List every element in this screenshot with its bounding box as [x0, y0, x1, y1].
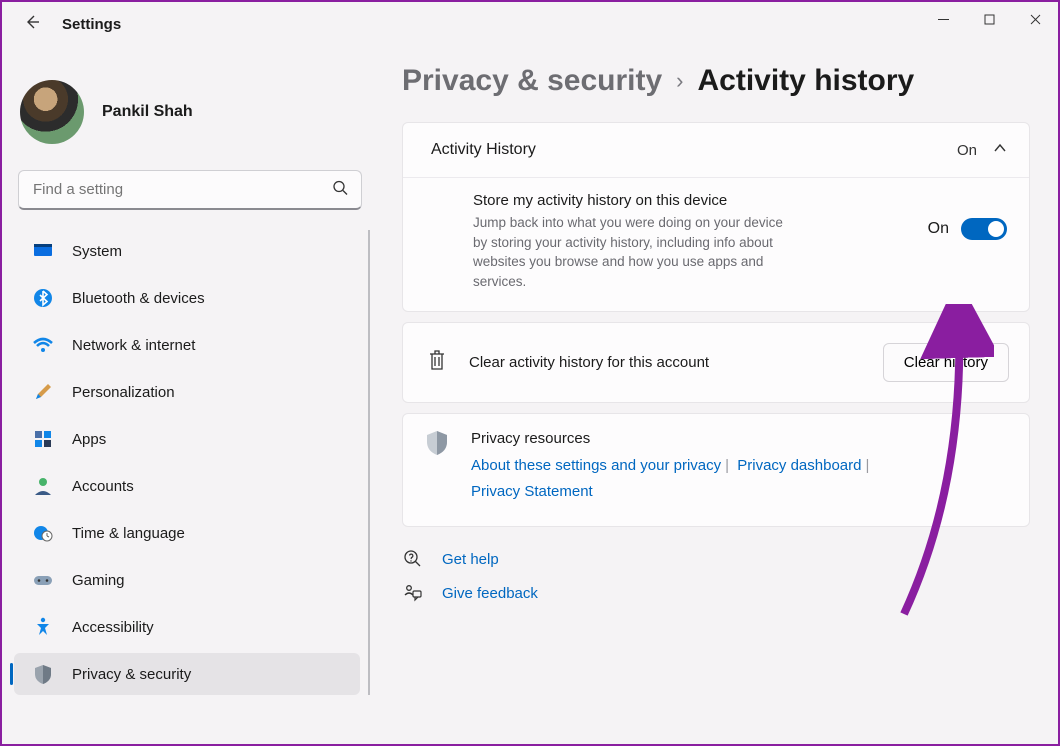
search-box[interactable] — [18, 170, 362, 210]
page-title: Activity history — [697, 64, 914, 98]
shield-icon — [32, 663, 54, 685]
sidebar-item-privacy-security[interactable]: Privacy & security — [14, 653, 360, 695]
chevron-up-icon — [993, 141, 1007, 159]
close-button[interactable] — [1012, 2, 1058, 36]
feedback-icon — [402, 583, 424, 603]
sidebar-item-accounts[interactable]: Accounts — [14, 465, 360, 507]
window-controls — [920, 2, 1058, 36]
paintbrush-icon — [32, 381, 54, 403]
sidebar-item-label: Bluetooth & devices — [72, 290, 205, 307]
card-state: On — [957, 142, 977, 159]
link-privacy-dashboard[interactable]: Privacy dashboard — [737, 457, 861, 474]
clock-globe-icon — [32, 522, 54, 544]
clear-history-button[interactable]: Clear history — [883, 343, 1009, 382]
sidebar-item-label: Accounts — [72, 478, 134, 495]
gamepad-icon — [32, 569, 54, 591]
avatar — [20, 80, 84, 144]
clear-history-card: Clear activity history for this account … — [402, 322, 1030, 403]
get-help-link[interactable]: Get help — [442, 551, 499, 568]
card-title: Activity History — [431, 141, 536, 159]
sidebar-item-apps[interactable]: Apps — [14, 418, 360, 460]
accessibility-icon — [32, 616, 54, 638]
back-button[interactable] — [24, 14, 40, 35]
sidebar-item-gaming[interactable]: Gaming — [14, 559, 360, 601]
sidebar-item-time-language[interactable]: Time & language — [14, 512, 360, 554]
wifi-icon — [32, 334, 54, 356]
sidebar-item-label: Accessibility — [72, 619, 154, 636]
sidebar-item-personalization[interactable]: Personalization — [14, 371, 360, 413]
resources-title: Privacy resources — [471, 430, 873, 447]
app-title: Settings — [62, 16, 121, 33]
sidebar-item-system[interactable]: System — [14, 230, 360, 272]
help-icon — [402, 549, 424, 569]
sidebar-item-label: Personalization — [72, 384, 175, 401]
sidebar-item-label: System — [72, 243, 122, 260]
give-feedback-link[interactable]: Give feedback — [442, 585, 538, 602]
sidebar-item-label: Time & language — [72, 525, 185, 542]
link-privacy-statement[interactable]: Privacy Statement — [471, 483, 593, 500]
bluetooth-icon — [32, 287, 54, 309]
sidebar-item-network[interactable]: Network & internet — [14, 324, 360, 366]
search-input[interactable] — [18, 170, 362, 210]
activity-history-header[interactable]: Activity History On — [403, 123, 1029, 178]
toggle-label: On — [928, 220, 949, 238]
shield-icon — [425, 430, 449, 461]
link-about-settings[interactable]: About these settings and your privacy — [471, 457, 721, 474]
sidebar-item-bluetooth[interactable]: Bluetooth & devices — [14, 277, 360, 319]
sidebar-item-label: Gaming — [72, 572, 125, 589]
breadcrumb-parent[interactable]: Privacy & security — [402, 64, 662, 98]
store-activity-desc: Jump back into what you were doing on yo… — [473, 213, 793, 291]
display-icon — [32, 240, 54, 262]
breadcrumb: Privacy & security › Activity history — [402, 64, 1030, 98]
sidebar-item-accessibility[interactable]: Accessibility — [14, 606, 360, 648]
minimize-button[interactable] — [920, 2, 966, 36]
search-icon — [332, 180, 348, 201]
sidebar-item-label: Privacy & security — [72, 666, 191, 683]
profile[interactable]: Pankil Shah — [10, 62, 370, 166]
activity-history-card: Activity History On Store my activity hi… — [402, 122, 1030, 312]
maximize-button[interactable] — [966, 2, 1012, 36]
user-name: Pankil Shah — [102, 103, 193, 121]
apps-icon — [32, 428, 54, 450]
store-activity-toggle[interactable] — [961, 218, 1007, 240]
store-activity-title: Store my activity history on this device — [473, 192, 773, 209]
person-icon — [32, 475, 54, 497]
privacy-resources-card: Privacy resources About these settings a… — [402, 413, 1030, 527]
sidebar-item-label: Apps — [72, 431, 106, 448]
clear-history-label: Clear activity history for this account — [469, 354, 861, 371]
sidebar-item-label: Network & internet — [72, 337, 195, 354]
trash-icon — [427, 349, 447, 376]
chevron-right-icon: › — [676, 68, 683, 94]
